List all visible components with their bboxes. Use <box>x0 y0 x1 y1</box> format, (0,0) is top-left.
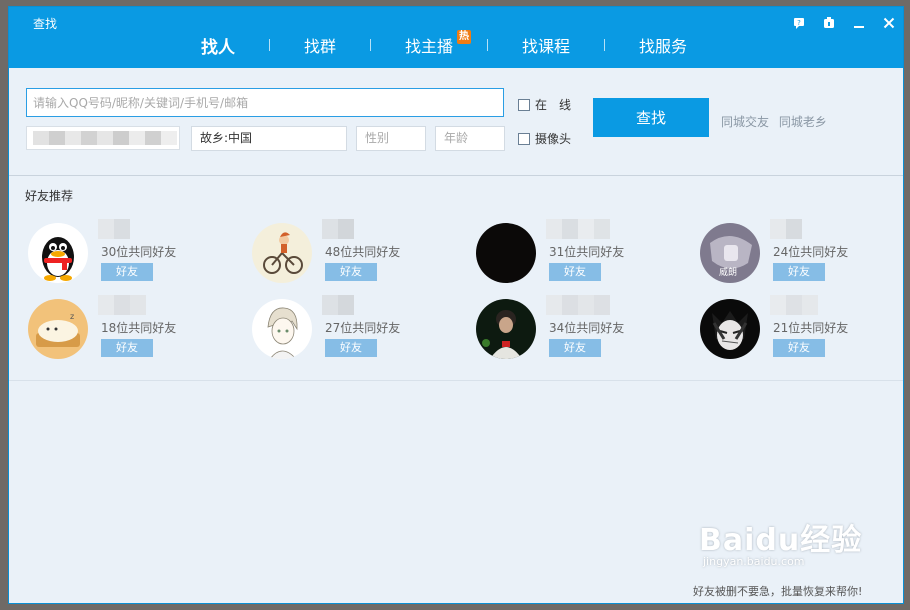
add-friend-button[interactable]: 好友 <box>101 263 153 281</box>
find-window: 查找 找人 找群 找主播 热 找课程 找服务 ? 请输入QQ号码/昵称/关键词/… <box>8 6 904 604</box>
section-title: 好友推荐 <box>25 189 74 203</box>
recommend-card: 威朗 24位共同好友 好友 <box>700 219 903 293</box>
friend-recommendations: 好友推荐 30位共同好友 好友 48位共同好友 好友 31位共同好友 好友 威朗… <box>9 177 903 381</box>
blurred-nickname <box>98 295 146 315</box>
window-title: 查找 <box>33 17 58 31</box>
close-icon[interactable] <box>881 15 897 31</box>
svg-text:z: z <box>70 312 74 321</box>
mutual-friends-count: 21位共同好友 <box>773 321 849 335</box>
blurred-nickname <box>546 295 610 315</box>
recommend-card: 31位共同好友 好友 <box>476 219 696 293</box>
age-select[interactable]: 年龄 <box>435 126 505 151</box>
checkbox-box <box>518 98 530 111</box>
sleeping-cat-avatar[interactable]: z <box>28 299 88 359</box>
mutual-friends-count: 30位共同好友 <box>101 245 177 259</box>
link-same-city-hometown[interactable]: 同城老乡 <box>779 115 827 129</box>
checkbox-box <box>518 132 530 145</box>
tab-divider <box>487 39 489 51</box>
quick-links: 同城交友 同城老乡 <box>721 113 833 130</box>
recommend-card: 30位共同好友 好友 <box>28 219 248 293</box>
anime-boy-avatar[interactable] <box>252 299 312 359</box>
gender-select[interactable]: 性别 <box>356 126 426 151</box>
camera-label: 摄像头 <box>535 132 572 146</box>
add-friend-button[interactable]: 好友 <box>325 339 377 357</box>
svg-text:?: ? <box>797 19 801 27</box>
blurred-nickname <box>770 295 818 315</box>
tab-find-course[interactable]: 找课程 <box>520 33 572 57</box>
mutual-friends-count: 48位共同好友 <box>325 245 401 259</box>
tab-divider <box>370 39 372 51</box>
hot-badge: 热 <box>457 30 472 44</box>
online-label: 在 线 <box>535 98 572 112</box>
add-friend-button[interactable]: 好友 <box>773 339 825 357</box>
tab-find-group[interactable]: 找群 <box>302 33 338 57</box>
anime-character-avatar[interactable] <box>700 299 760 359</box>
footer-promo-text[interactable]: 好友被删不要急，批量恢复来帮你! <box>693 583 862 599</box>
watermark-logo: Baidu经验 <box>699 523 863 558</box>
search-area: 故乡:中国 性别 年龄 在 线 摄像头 查找 同城交友 同城老乡 <box>9 68 903 176</box>
mutual-friends-count: 27位共同好友 <box>325 321 401 335</box>
skin-icon[interactable] <box>821 15 837 31</box>
blurred-nickname <box>546 219 610 239</box>
feedback-icon[interactable]: ? <box>791 15 807 31</box>
tab-find-people[interactable]: 找人 <box>199 33 237 58</box>
mutual-friends-count: 31位共同好友 <box>549 245 625 259</box>
add-friend-button[interactable]: 好友 <box>101 339 153 357</box>
tab-divider <box>269 39 270 51</box>
bicycle-cartoon-avatar[interactable] <box>252 223 312 283</box>
avatar-caption: 威朗 <box>719 266 737 278</box>
baidu-watermark: Baidu经验 jingyan.baidu.com <box>699 515 889 575</box>
blurred-nickname <box>98 219 130 239</box>
link-same-city-dating[interactable]: 同城交友 <box>721 115 769 129</box>
window-controls: ? <box>791 15 897 31</box>
search-button[interactable]: 查找 <box>593 98 709 137</box>
add-friend-button[interactable]: 好友 <box>549 339 601 357</box>
recommend-card: z 18位共同好友 好友 <box>28 295 248 369</box>
tab-find-streamer-label: 找主播 <box>405 37 454 56</box>
blurred-nickname <box>322 219 354 239</box>
blurred-nickname <box>770 219 802 239</box>
location-field[interactable] <box>26 126 180 150</box>
hometown-select[interactable]: 故乡:中国 <box>191 126 347 151</box>
blurred-nickname <box>322 295 354 315</box>
tab-bar: 找人 找群 找主播 热 找课程 找服务 <box>199 27 689 63</box>
tab-divider <box>604 39 606 51</box>
add-friend-button[interactable]: 好友 <box>325 263 377 281</box>
photo-avatar[interactable]: 威朗 <box>700 223 760 283</box>
camera-checkbox[interactable]: 摄像头 <box>518 130 571 147</box>
add-friend-button[interactable]: 好友 <box>773 263 825 281</box>
add-friend-button[interactable]: 好友 <box>549 263 601 281</box>
title-bar: 查找 找人 找群 找主播 热 找课程 找服务 ? <box>9 7 903 68</box>
recommend-card: 27位共同好友 好友 <box>252 295 472 369</box>
mutual-friends-count: 18位共同好友 <box>101 321 177 335</box>
black-avatar[interactable] <box>476 223 536 283</box>
recommend-card: 21位共同好友 好友 <box>700 295 903 369</box>
blurred-location <box>27 127 179 149</box>
minimize-icon[interactable] <box>851 15 867 31</box>
online-checkbox[interactable]: 在 线 <box>518 96 571 113</box>
mutual-friends-count: 24位共同好友 <box>773 245 849 259</box>
qq-penguin-avatar[interactable] <box>28 223 88 283</box>
tab-find-streamer[interactable]: 找主播 热 <box>403 30 472 57</box>
recommend-card: 34位共同好友 好友 <box>476 295 696 369</box>
dark-photo-avatar[interactable] <box>476 299 536 359</box>
mutual-friends-count: 34位共同好友 <box>549 321 625 335</box>
tab-find-service[interactable]: 找服务 <box>637 33 689 57</box>
search-input[interactable] <box>26 88 504 117</box>
recommend-card: 48位共同好友 好友 <box>252 219 472 293</box>
